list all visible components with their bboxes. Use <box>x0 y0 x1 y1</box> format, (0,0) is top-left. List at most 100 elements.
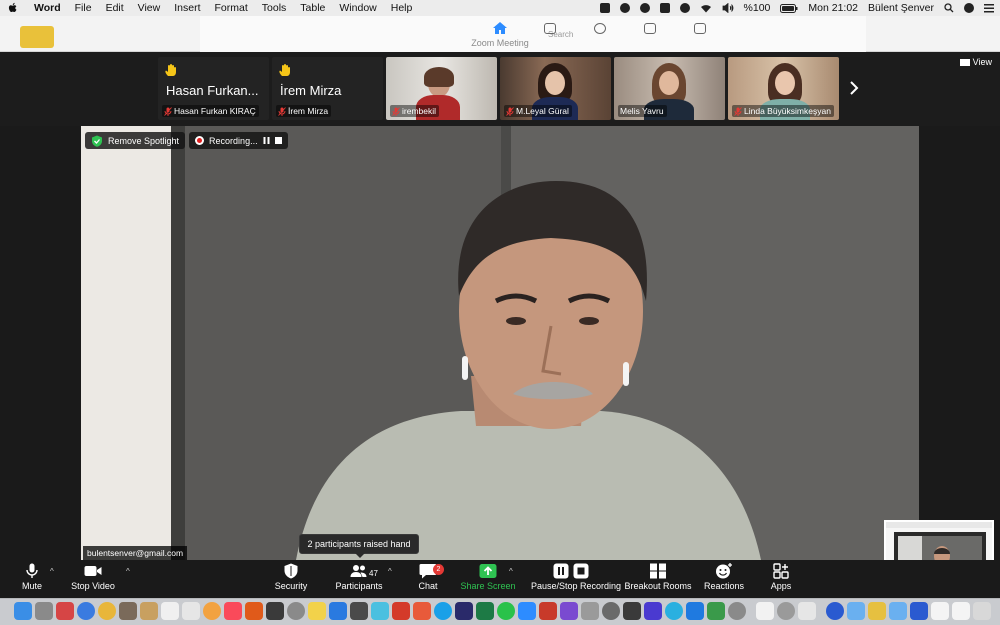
app-icon[interactable] <box>728 602 746 620</box>
control-center-icon[interactable] <box>984 3 994 13</box>
participant-tile[interactable]: M.Leyal Güral <box>500 57 611 120</box>
trash-icon[interactable] <box>973 602 991 620</box>
remove-spotlight-button[interactable]: Remove Spotlight <box>85 132 186 149</box>
raised-hand-tooltip[interactable]: 2 participants raised hand <box>299 534 419 558</box>
battery-percent[interactable]: %100 <box>744 2 771 14</box>
folder-icon[interactable] <box>847 602 865 620</box>
menu-insert[interactable]: Insert <box>174 2 200 14</box>
apps-button[interactable]: Apps <box>741 563 821 597</box>
document-icon[interactable] <box>952 602 970 620</box>
share-options-caret-icon[interactable]: ^ <box>509 567 517 576</box>
volume-icon[interactable] <box>722 3 734 13</box>
stop-recording-icon[interactable] <box>274 137 282 144</box>
calendar-icon[interactable] <box>161 602 179 620</box>
app-icon[interactable] <box>644 602 662 620</box>
notes-icon[interactable] <box>308 602 326 620</box>
participant-tile[interactable]: Melis Yavru <box>614 57 725 120</box>
word-icon[interactable] <box>910 602 928 620</box>
app-icon[interactable] <box>371 602 389 620</box>
app-icon[interactable] <box>245 602 263 620</box>
skype-icon[interactable] <box>434 602 452 620</box>
document-icon[interactable] <box>756 602 774 620</box>
participants-button[interactable]: 47 Participants <box>319 563 399 597</box>
menu-help[interactable]: Help <box>391 2 413 14</box>
app-icon[interactable] <box>350 602 368 620</box>
app-icon[interactable] <box>602 602 620 620</box>
recording-dot-icon <box>195 136 205 145</box>
user-name[interactable]: Bülent Şenver <box>868 2 934 14</box>
finder-icon[interactable] <box>14 602 32 620</box>
timer-icon[interactable] <box>619 3 630 13</box>
chrome-icon[interactable] <box>98 602 116 620</box>
app-store-icon[interactable] <box>329 602 347 620</box>
pause-stop-recording-button[interactable]: Pause/Stop Recording <box>531 563 621 597</box>
participant-tile[interactable]: Linda Büyüksimkeşyan <box>728 57 839 120</box>
document-icon[interactable] <box>931 602 949 620</box>
folder-icon[interactable] <box>889 602 907 620</box>
spotlight-video[interactable] <box>81 126 919 560</box>
app-icon[interactable] <box>119 602 137 620</box>
whatsapp-icon[interactable] <box>497 602 515 620</box>
app-icon[interactable] <box>140 602 158 620</box>
app-icon[interactable] <box>413 602 431 620</box>
app-icon[interactable] <box>826 602 844 620</box>
app-icon[interactable] <box>56 602 74 620</box>
app-name[interactable]: Word <box>34 2 61 14</box>
photos-icon[interactable] <box>203 602 221 620</box>
menu-view[interactable]: View <box>138 2 161 14</box>
menu-table[interactable]: Table <box>300 2 325 14</box>
zoom-status-icon[interactable] <box>599 3 610 13</box>
app-icon[interactable] <box>287 602 305 620</box>
menu-tools[interactable]: Tools <box>262 2 287 14</box>
powerpoint-icon[interactable] <box>539 602 557 620</box>
app-icon[interactable] <box>868 602 886 620</box>
safari-icon[interactable] <box>77 602 95 620</box>
creative-cloud-icon[interactable] <box>639 3 650 13</box>
wifi-icon[interactable] <box>700 3 712 13</box>
contacts-tab-icon[interactable] <box>644 23 656 34</box>
pause-recording-icon[interactable] <box>263 137 270 144</box>
home-icon[interactable] <box>493 22 507 34</box>
help-icon[interactable] <box>581 602 599 620</box>
apple-icon[interactable] <box>8 2 18 14</box>
launchpad-icon[interactable] <box>35 602 53 620</box>
music-icon[interactable] <box>224 602 242 620</box>
zoom-icon[interactable] <box>518 602 536 620</box>
app-icon[interactable] <box>777 602 795 620</box>
view-button[interactable]: View <box>959 57 992 67</box>
app-icon[interactable] <box>455 602 473 620</box>
app-icon[interactable] <box>266 602 284 620</box>
app-icon[interactable] <box>686 602 704 620</box>
next-page-arrow-icon[interactable] <box>848 81 860 95</box>
battery-icon[interactable] <box>780 3 798 13</box>
video-options-caret-icon[interactable]: ^ <box>126 567 134 576</box>
clock[interactable]: Mon 21:02 <box>808 2 858 14</box>
participant-tile[interactable]: irembekil <box>386 57 497 120</box>
app-icon[interactable] <box>798 602 816 620</box>
menu-window[interactable]: Window <box>339 2 376 14</box>
app-icon[interactable] <box>707 602 725 620</box>
app-icon[interactable] <box>665 602 683 620</box>
participant-name: M.Leyal Güral <box>516 106 569 116</box>
menu-file[interactable]: File <box>75 2 92 14</box>
time-machine-icon[interactable] <box>679 3 690 13</box>
participant-tile[interactable]: Hasan Furkan... Hasan Furkan KIRAÇ <box>158 57 269 120</box>
menu-edit[interactable]: Edit <box>106 2 124 14</box>
app-icon[interactable] <box>623 602 641 620</box>
stop-video-button[interactable]: Stop Video <box>53 563 133 597</box>
siri-icon[interactable] <box>964 3 974 13</box>
apps-tab-icon[interactable] <box>694 23 706 34</box>
stop-video-label: Stop Video <box>71 581 115 591</box>
participant-tile[interactable]: İrem Mirza İrem Mirza <box>272 57 383 120</box>
menu-format[interactable]: Format <box>215 2 248 14</box>
desktop-folder-icon[interactable] <box>20 26 54 48</box>
chat-tab-icon[interactable] <box>544 23 556 34</box>
app-icon[interactable] <box>182 602 200 620</box>
display-icon[interactable] <box>659 3 670 13</box>
meetings-tab-icon[interactable] <box>594 23 606 34</box>
acrobat-icon[interactable] <box>392 602 410 620</box>
app-icon[interactable] <box>560 602 578 620</box>
share-screen-icon <box>479 564 497 578</box>
spotlight-search-icon[interactable] <box>944 3 954 13</box>
excel-icon[interactable] <box>476 602 494 620</box>
